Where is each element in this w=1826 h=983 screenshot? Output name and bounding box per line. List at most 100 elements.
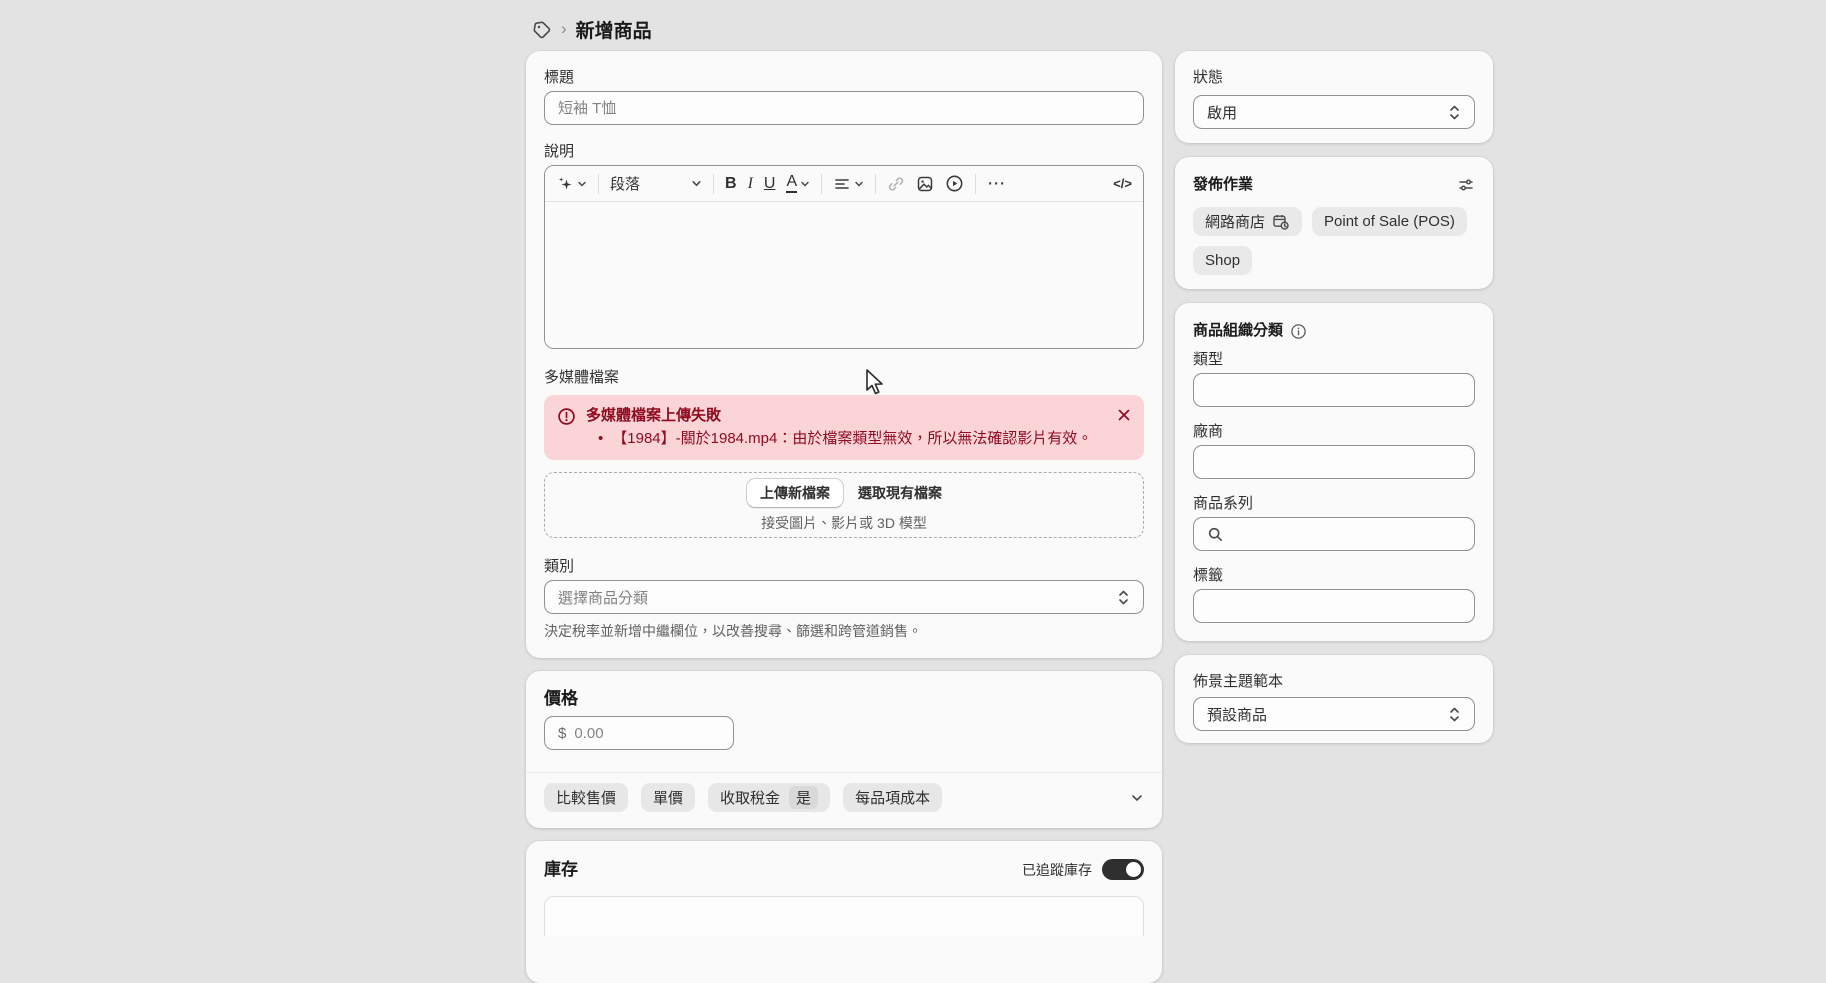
- description-label: 說明: [544, 143, 1144, 161]
- theme-template-card: 佈景主題範本 預設商品: [1175, 655, 1493, 743]
- text-color-button[interactable]: A: [786, 174, 810, 193]
- toolbar-divider: [598, 174, 599, 194]
- chevron-down-icon: [577, 179, 587, 189]
- italic-button[interactable]: I: [748, 176, 753, 192]
- page-title: 新增商品: [576, 16, 652, 43]
- price-input-wrap: $: [544, 716, 734, 750]
- sliders-icon[interactable]: [1457, 176, 1475, 194]
- tag-icon[interactable]: [532, 20, 552, 40]
- upload-new-file-button[interactable]: 上傳新檔案: [746, 478, 844, 508]
- title-label: 標題: [544, 69, 1144, 87]
- charge-tax-label: 收取稅金: [720, 787, 780, 808]
- more-options-button[interactable]: ⋯: [987, 173, 1006, 194]
- price-input[interactable]: [574, 717, 720, 749]
- inventory-tracked-toggle[interactable]: [1102, 859, 1144, 880]
- info-icon[interactable]: [1290, 323, 1307, 340]
- description-textarea[interactable]: [545, 202, 1143, 348]
- title-input-wrap: [544, 91, 1144, 125]
- link-icon: [887, 175, 905, 193]
- pricing-pills-row: 比較售價 單價 收取稅金 是 每品項成本: [526, 773, 1162, 828]
- tracked-label: 已追蹤庫存: [1022, 860, 1092, 880]
- chevron-down-icon[interactable]: [1130, 791, 1144, 805]
- code-view-button[interactable]: </>: [1113, 176, 1132, 191]
- text-color-letter: A: [786, 174, 797, 193]
- category-label: 類別: [544, 558, 1144, 576]
- channel-shop[interactable]: Shop: [1193, 246, 1252, 275]
- bold-button[interactable]: B: [725, 176, 737, 192]
- insert-video-button[interactable]: [945, 174, 964, 193]
- calendar-clock-icon[interactable]: [1272, 213, 1290, 231]
- organization-title: 商品組織分類: [1193, 321, 1283, 341]
- alignment-button[interactable]: [833, 175, 864, 193]
- channel-label: 網路商店: [1205, 211, 1265, 232]
- close-icon[interactable]: [1117, 408, 1131, 422]
- ai-assist-button[interactable]: [556, 175, 587, 193]
- dropzone-actions: 上傳新檔案 選取現有檔案: [746, 478, 942, 508]
- search-icon: [1207, 526, 1224, 543]
- paragraph-style-label: 段落: [610, 173, 640, 194]
- media-dropzone[interactable]: 上傳新檔案 選取現有檔案 接受圖片、影片或 3D 模型: [544, 472, 1144, 538]
- updown-stepper-icon: [1448, 706, 1461, 723]
- inventory-card: 庫存 已追蹤庫存: [526, 841, 1162, 983]
- theme-template-label: 佈景主題範本: [1193, 673, 1475, 691]
- underline-button[interactable]: U: [764, 176, 776, 192]
- sparkles-icon: [556, 175, 574, 193]
- status-value: 啟用: [1207, 102, 1237, 123]
- paragraph-style-dropdown[interactable]: 段落: [610, 173, 702, 194]
- tags-input-wrap: [1193, 589, 1475, 623]
- toolbar-divider: [875, 174, 876, 194]
- dropzone-hint: 接受圖片、影片或 3D 模型: [761, 513, 927, 533]
- video-play-icon: [945, 174, 964, 193]
- publishing-card: 發佈作業 網路商店: [1175, 157, 1493, 289]
- alert-circle-icon: [557, 407, 576, 426]
- media-error-banner: 多媒體檔案上傳失敗 • 【1984】-關於1984.mp4：由於檔案類型無效，所…: [544, 395, 1144, 460]
- link-button[interactable]: [887, 175, 905, 193]
- editor-toolbar: 段落 B I U A: [545, 166, 1143, 202]
- vendor-input[interactable]: [1207, 446, 1461, 478]
- channel-pos[interactable]: Point of Sale (POS): [1312, 207, 1467, 236]
- unit-price-pill[interactable]: 單價: [641, 783, 695, 812]
- chevron-down-icon: [800, 179, 810, 189]
- pricing-title: 價格: [544, 689, 1144, 709]
- main-column: 標題 說明 段: [526, 51, 1162, 983]
- updown-stepper-icon: [1448, 104, 1461, 121]
- tags-input[interactable]: [1207, 590, 1461, 622]
- media-label: 多媒體檔案: [544, 369, 1144, 387]
- type-input-wrap: [1193, 373, 1475, 407]
- type-input[interactable]: [1207, 374, 1461, 406]
- inventory-track-control: 已追蹤庫存: [1022, 859, 1144, 880]
- vendor-label: 廠商: [1193, 423, 1475, 441]
- currency-prefix: $: [558, 725, 566, 742]
- media-error-detail: 【1984】-關於1984.mp4：由於檔案類型無效，所以無法確認影片有效。: [612, 429, 1092, 449]
- channel-online-store[interactable]: 網路商店: [1193, 207, 1302, 236]
- tags-label: 標籤: [1193, 567, 1475, 585]
- toolbar-divider: [713, 174, 714, 194]
- collections-input-wrap: [1193, 517, 1475, 551]
- theme-template-select[interactable]: 預設商品: [1193, 697, 1475, 731]
- media-error-detail-row: • 【1984】-關於1984.mp4：由於檔案類型無效，所以無法確認影片有效。: [586, 429, 1107, 449]
- product-details-card: 標題 說明 段: [526, 51, 1162, 658]
- organization-header: 商品組織分類: [1193, 321, 1475, 341]
- media-error-title: 多媒體檔案上傳失敗: [586, 406, 1107, 425]
- channel-label: Shop: [1205, 252, 1240, 269]
- align-left-icon: [833, 175, 851, 193]
- cost-per-item-pill[interactable]: 每品項成本: [843, 783, 942, 812]
- media-error-content: 多媒體檔案上傳失敗 • 【1984】-關於1984.mp4：由於檔案類型無效，所…: [586, 406, 1107, 449]
- type-label: 類型: [1193, 351, 1475, 369]
- select-existing-button[interactable]: 選取現有檔案: [858, 483, 942, 503]
- compare-price-pill[interactable]: 比較售價: [544, 783, 628, 812]
- category-select[interactable]: 選擇商品分類: [544, 580, 1144, 614]
- breadcrumb: › 新增商品: [532, 16, 652, 43]
- toggle-knob: [1126, 862, 1141, 877]
- status-select[interactable]: 啟用: [1193, 95, 1475, 129]
- chevron-down-icon: [854, 179, 864, 189]
- bullet: •: [598, 429, 603, 449]
- collections-input[interactable]: [1232, 518, 1461, 550]
- inventory-title: 庫存: [544, 860, 578, 880]
- insert-image-button[interactable]: [916, 175, 934, 193]
- description-editor: 段落 B I U A: [544, 165, 1144, 349]
- title-input[interactable]: [558, 92, 1130, 124]
- image-icon: [916, 175, 934, 193]
- inventory-header: 庫存 已追蹤庫存: [544, 859, 1144, 880]
- charge-tax-pill[interactable]: 收取稅金 是: [708, 783, 830, 812]
